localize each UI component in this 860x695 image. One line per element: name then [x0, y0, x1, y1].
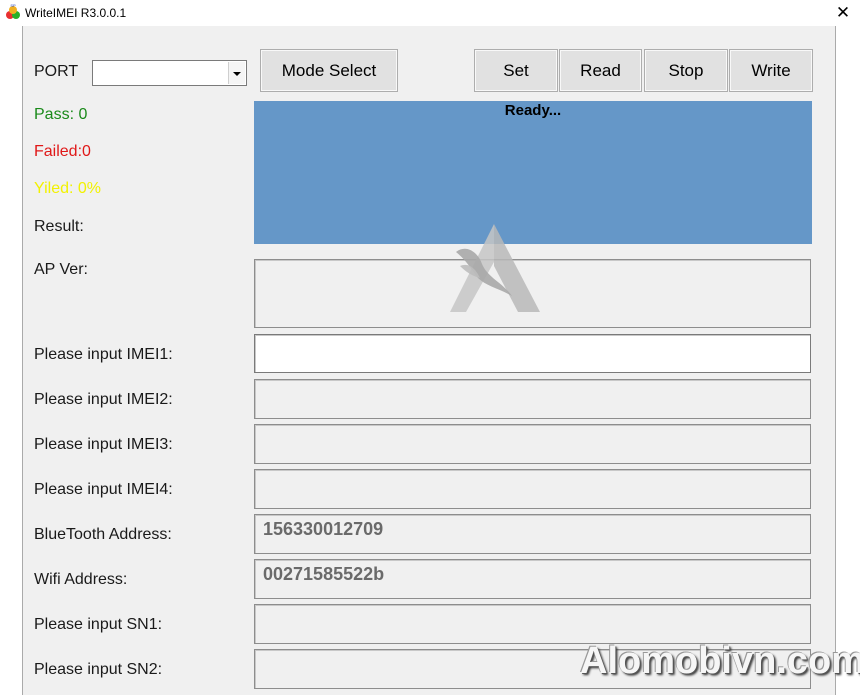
bluetooth-address-field[interactable]: 156330012709: [254, 514, 811, 554]
imei1-input[interactable]: [254, 334, 811, 373]
ap-ver-label: AP Ver:: [34, 261, 88, 278]
imei3-label: Please input IMEI3:: [34, 436, 173, 453]
sn1-input[interactable]: [254, 604, 811, 644]
stop-button[interactable]: Stop: [644, 49, 728, 92]
imei3-input[interactable]: [254, 424, 811, 464]
title-bar: [0, 0, 860, 26]
read-button[interactable]: Read: [559, 49, 642, 92]
sn2-label: Please input SN2:: [34, 661, 163, 678]
status-text: Ready...: [504, 102, 562, 119]
svg-text:SP: SP: [10, 3, 16, 8]
result-label: Result:: [34, 218, 84, 235]
chevron-down-icon[interactable]: [228, 62, 245, 84]
set-button[interactable]: Set: [474, 49, 558, 92]
wifi-address-field[interactable]: 00271585522b: [254, 559, 811, 599]
watermark-text: Alomobivn.com: [580, 640, 860, 682]
app-icon: SP: [6, 3, 20, 19]
pass-count: Pass: 0: [34, 106, 88, 123]
bluetooth-label: BlueTooth Address:: [34, 526, 172, 543]
eagle-a-logo-icon: [450, 224, 540, 312]
window-title: WriteIMEI R3.0.0.1: [25, 6, 127, 20]
write-button[interactable]: Write: [729, 49, 813, 92]
failed-count: Failed:0: [34, 143, 91, 160]
imei4-input[interactable]: [254, 469, 811, 509]
mode-select-button[interactable]: Mode Select: [260, 49, 398, 92]
port-dropdown[interactable]: [92, 60, 247, 86]
wifi-label: Wifi Address:: [34, 571, 128, 588]
imei2-input[interactable]: [254, 379, 811, 419]
close-button[interactable]: ✕: [826, 0, 860, 26]
imei4-label: Please input IMEI4:: [34, 481, 173, 498]
yield-percent: Yiled: 0%: [34, 180, 101, 197]
imei2-label: Please input IMEI2:: [34, 391, 173, 408]
port-label: PORT: [34, 63, 79, 80]
imei1-label: Please input IMEI1:: [34, 346, 173, 363]
sn1-label: Please input SN1:: [34, 616, 163, 633]
